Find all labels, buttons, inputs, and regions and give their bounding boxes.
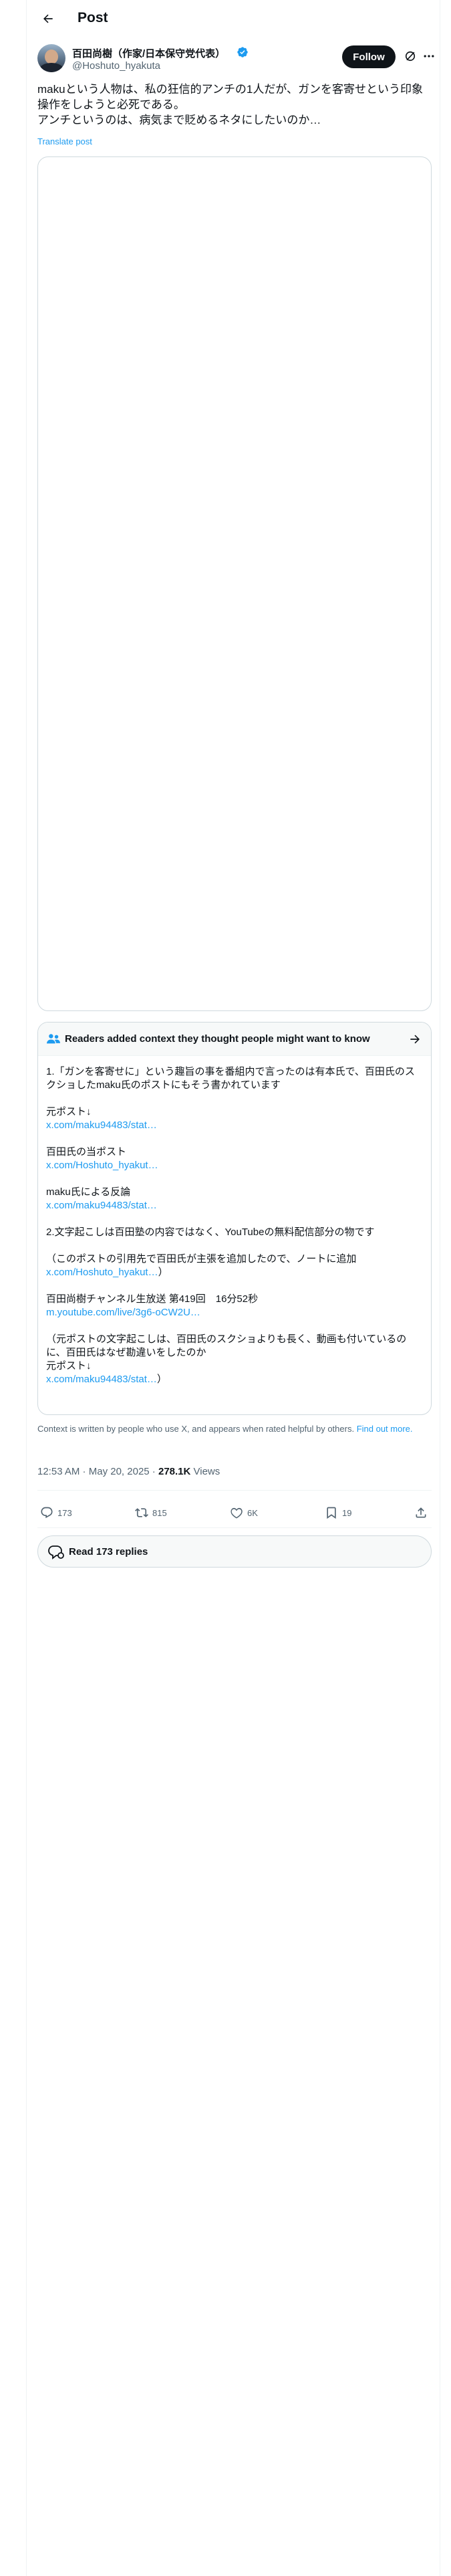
conversation-icon <box>48 1545 64 1560</box>
note-text: 百田氏の当ポスト <box>46 1146 127 1158</box>
heart-icon <box>231 1507 243 1519</box>
repost-icon <box>135 1508 148 1517</box>
bookmark-icon <box>327 1507 336 1519</box>
author-row: 百田尚樹（作家/日本保守党代表） @Hoshuto_hyakuta Follow <box>37 44 434 74</box>
page-title: Post <box>78 10 108 25</box>
note-text-line: 1.「ガンを客寄せに」という趣旨の事を番組内で言ったのは有本氏で、百田氏のスクシ… <box>46 1065 422 1092</box>
reply-count: 173 <box>57 1507 72 1518</box>
community-note-title: Readers added context they thought peopl… <box>65 1033 370 1045</box>
bookmark-button[interactable]: 19 <box>325 1505 351 1521</box>
note-spacer <box>46 1132 422 1146</box>
like-count: 6K <box>247 1507 258 1518</box>
note-text: 元ポスト↓ <box>46 1360 92 1372</box>
top-bar: Post <box>27 0 441 37</box>
note-text: 百田尚樹チャンネル生放送 第419回 16分52秒 <box>46 1293 259 1305</box>
follow-button[interactable]: Follow <box>342 45 396 68</box>
community-note: Readers added context they thought peopl… <box>37 1022 432 1415</box>
read-replies-label: Read 173 replies <box>69 1546 148 1558</box>
note-text: ） <box>158 1267 168 1278</box>
note-link-line: m.youtube.com/live/3g6-oCW2U… <box>46 1306 422 1319</box>
note-text: （このポストの引用先で百田氏が主張を追加したので、ノートに追加 <box>46 1253 357 1265</box>
back-button[interactable] <box>36 7 60 31</box>
note-text-line: 元ポスト↓ <box>46 1360 422 1373</box>
note-text-line: （元ポストの文字起こしは、百田氏のスクショよりも長く、動画も付いているのに、百田… <box>46 1333 422 1360</box>
note-link-line: x.com/Hoshuto_hyakut…） <box>46 1266 422 1279</box>
share-icon <box>416 1507 426 1518</box>
note-text: 元ポスト↓ <box>46 1106 92 1117</box>
note-spacer <box>46 1172 422 1186</box>
community-note-header[interactable]: Readers added context they thought peopl… <box>38 1023 431 1056</box>
like-button[interactable]: 6K <box>230 1505 258 1521</box>
community-note-footer-text: Context is written by people who use X, … <box>37 1424 355 1434</box>
views-label: Views <box>190 1466 220 1477</box>
community-note-footer: Context is written by people who use X, … <box>37 1423 432 1434</box>
repost-button[interactable]: 815 <box>135 1505 167 1521</box>
note-spacer <box>46 1212 422 1226</box>
note-source-link[interactable]: m.youtube.com/live/3g6-oCW2U… <box>46 1307 200 1318</box>
post-meta: 12:53 AM · May 20, 2025 · 278.1K Views <box>37 1466 220 1477</box>
read-replies-button[interactable]: Read 173 replies <box>37 1535 432 1568</box>
note-text: ） <box>156 1374 167 1385</box>
reply-icon <box>41 1507 53 1519</box>
note-text: 1.「ガンを客寄せに」という趣旨の事を番組内で言ったのは有本氏で、百田氏のスクシ… <box>46 1066 415 1091</box>
more-options-icon[interactable] <box>422 49 436 63</box>
repost-count: 815 <box>152 1507 167 1518</box>
note-text: （元ポストの文字起こしは、百田氏のスクショよりも長く、動画も付いているのに、百田… <box>46 1333 407 1358</box>
arrow-right-icon[interactable] <box>408 1033 422 1046</box>
note-text-line: 元ポスト↓ <box>46 1105 422 1119</box>
note-text-line: 百田尚樹チャンネル生放送 第419回 16分52秒 <box>46 1293 422 1306</box>
meta-separator: · <box>149 1466 158 1477</box>
post-time[interactable]: 12:53 AM <box>37 1466 80 1477</box>
divider <box>37 1490 432 1491</box>
divider <box>37 1527 432 1528</box>
action-bar: 173 815 6K 19 <box>37 1498 432 1527</box>
note-link-line: x.com/maku94483/stat… <box>46 1119 422 1132</box>
post-text-line: アンチというのは、病気まで貶めるネタにしたいのか… <box>37 114 321 126</box>
note-source-link[interactable]: x.com/Hoshuto_hyakut… <box>46 1160 158 1171</box>
translate-post-link[interactable]: Translate post <box>37 136 92 146</box>
find-out-more-link[interactable]: Find out more. <box>357 1424 413 1434</box>
note-link-line: x.com/maku94483/stat…） <box>46 1373 422 1386</box>
views-count: 278.1K <box>158 1466 191 1477</box>
note-text: 2.文字起こしは百田塾の内容ではなく、YouTubeの無料配信部分の物です <box>46 1226 375 1238</box>
people-icon <box>47 1034 60 1044</box>
author-handle[interactable]: @Hoshuto_hyakuta <box>72 60 160 72</box>
community-note-body: 1.「ガンを客寄せに」という趣旨の事を番組内で言ったのは有本氏で、百田氏のスクシ… <box>46 1065 422 1386</box>
meta-separator: · <box>80 1466 89 1477</box>
author-name[interactable]: 百田尚樹（作家/日本保守党代表） <box>72 46 225 60</box>
main-column: Post 百田尚樹（作家/日本保守党代表） @Hoshuto_hyakuta F… <box>26 0 440 2576</box>
note-spacer <box>46 1319 422 1333</box>
note-text-line: 2.文字起こしは百田塾の内容ではなく、YouTubeの無料配信部分の物です <box>46 1226 422 1239</box>
share-button[interactable] <box>414 1505 428 1521</box>
note-link-line: x.com/maku94483/stat… <box>46 1199 422 1212</box>
post-text-line: makuという人物は、私の狂信的アンチの1人だが、ガンを客寄せという印象操作をし… <box>37 83 424 111</box>
note-source-link[interactable]: x.com/maku94483/stat… <box>46 1200 157 1211</box>
note-source-link[interactable]: x.com/maku94483/stat… <box>46 1119 157 1131</box>
avatar[interactable] <box>37 44 65 72</box>
note-text-line: 百田氏の当ポスト <box>46 1146 422 1159</box>
note-spacer <box>46 1239 422 1253</box>
post-text: makuという人物は、私の狂信的アンチの1人だが、ガンを客寄せという印象操作をし… <box>37 82 432 128</box>
note-spacer <box>46 1092 422 1105</box>
post-date[interactable]: May 20, 2025 <box>89 1466 150 1477</box>
note-spacer <box>46 1279 422 1293</box>
note-text-line: （このポストの引用先で百田氏が主張を追加したので、ノートに追加 <box>46 1253 422 1266</box>
bookmark-count: 19 <box>342 1507 352 1518</box>
grok-icon[interactable] <box>404 49 417 63</box>
page: Post 百田尚樹（作家/日本保守党代表） @Hoshuto_hyakuta F… <box>0 0 451 2576</box>
note-text-line: maku氏による反論 <box>46 1186 422 1199</box>
post-media[interactable] <box>37 156 432 1011</box>
reply-button[interactable]: 173 <box>40 1505 72 1521</box>
arrow-left-icon <box>43 14 53 23</box>
note-text: maku氏による反論 <box>46 1186 131 1198</box>
note-source-link[interactable]: x.com/maku94483/stat… <box>46 1374 157 1385</box>
verified-badge-icon <box>237 47 248 58</box>
note-source-link[interactable]: x.com/Hoshuto_hyakut… <box>46 1267 158 1278</box>
note-link-line: x.com/Hoshuto_hyakut… <box>46 1159 422 1172</box>
